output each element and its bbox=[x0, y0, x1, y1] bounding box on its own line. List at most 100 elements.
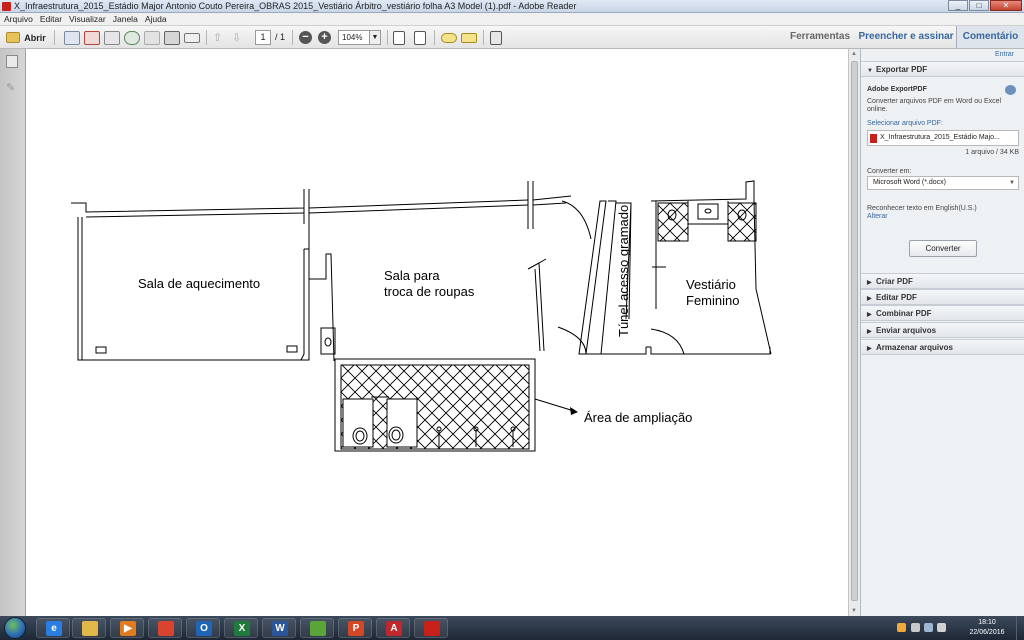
tab-preencher-assinar[interactable]: Preencher e assinar bbox=[858, 26, 954, 48]
file-count: 1 arquivo / 34 KB bbox=[965, 149, 1019, 156]
label-area-ampliacao: Área de ampliação bbox=[584, 410, 692, 425]
tab-ferramentas[interactable]: Ferramentas bbox=[788, 26, 852, 48]
pages-icon[interactable] bbox=[6, 55, 18, 68]
file-explorer-icon bbox=[82, 621, 98, 636]
media-player-icon: ▶ bbox=[120, 621, 136, 636]
tab-comentario[interactable]: Comentário bbox=[956, 26, 1024, 48]
start-button[interactable] bbox=[4, 617, 26, 639]
scroll-thumb[interactable] bbox=[851, 61, 858, 601]
autocad-icon: A bbox=[386, 621, 402, 636]
excel-icon: X bbox=[234, 621, 250, 636]
chevron-down-icon: ▼ bbox=[1009, 180, 1015, 186]
taskbar-outlook-button[interactable]: O bbox=[186, 618, 220, 638]
scroll-down-icon[interactable]: ▼ bbox=[851, 608, 857, 614]
zoom-dropdown[interactable]: ▼ bbox=[369, 30, 381, 45]
flag-icon[interactable] bbox=[911, 623, 920, 632]
system-tray: 18:10 22/06/2016 bbox=[884, 616, 1024, 640]
taskbar-file-explorer-button[interactable] bbox=[72, 618, 106, 638]
menu-bar: Arquivo Editar Visualizar Janela Ajuda bbox=[0, 13, 1024, 26]
network-icon[interactable] bbox=[924, 623, 933, 632]
next-page-button[interactable]: ⇩ bbox=[232, 29, 241, 46]
scroll-up-icon[interactable]: ▲ bbox=[851, 51, 857, 57]
section-criar-label: Criar PDF bbox=[876, 277, 913, 286]
taskbar-adobe-reader-button[interactable] bbox=[414, 618, 448, 638]
highlight-icon bbox=[461, 32, 477, 43]
zoom-input[interactable]: 104% bbox=[338, 30, 370, 45]
taskbar-app-green-button[interactable] bbox=[300, 618, 334, 638]
menu-editar[interactable]: Editar bbox=[40, 13, 62, 25]
label-sala-aquecimento: Sala de aquecimento bbox=[138, 276, 260, 291]
cloud-button[interactable] bbox=[124, 29, 140, 46]
plus-icon: + bbox=[321, 31, 328, 43]
open-label: Abrir bbox=[24, 32, 46, 43]
pdf-file-icon bbox=[870, 134, 877, 143]
highlight-button[interactable] bbox=[461, 29, 477, 46]
comment-button[interactable] bbox=[441, 29, 457, 46]
fit-width-button[interactable] bbox=[414, 29, 426, 46]
taskbar-chrome-button[interactable] bbox=[148, 618, 182, 638]
export-title: Adobe ExportPDF bbox=[867, 86, 927, 93]
label-sala-para: Sala para bbox=[384, 268, 440, 283]
close-button[interactable]: ✕ bbox=[990, 0, 1022, 11]
expand-button[interactable] bbox=[490, 29, 502, 46]
selected-file[interactable]: X_Infraestrutura_2015_Estádio Majo... bbox=[867, 130, 1019, 146]
powerpoint-icon: P bbox=[348, 621, 364, 636]
menu-arquivo[interactable]: Arquivo bbox=[4, 13, 33, 25]
convert-format-select[interactable]: Microsoft Word (*.docx) ▼ bbox=[867, 176, 1019, 190]
label-vestiario: Vestiário bbox=[686, 277, 736, 292]
taskbar-internet-explorer-button[interactable]: e bbox=[36, 618, 70, 638]
convert-button[interactable]: Converter bbox=[909, 240, 977, 257]
taskbar-media-player-button[interactable]: ▶ bbox=[110, 618, 144, 638]
print-icon bbox=[164, 30, 180, 45]
email-button[interactable] bbox=[184, 29, 200, 46]
print-button[interactable] bbox=[164, 29, 180, 46]
save-icon bbox=[144, 30, 160, 45]
taskbar-powerpoint-button[interactable]: P bbox=[338, 618, 372, 638]
document-view[interactable]: Sala de aquecimento Sala para troca de r… bbox=[26, 49, 848, 616]
select-file-label[interactable]: Selecionar arquivo PDF: bbox=[867, 119, 1019, 128]
email-icon bbox=[184, 32, 200, 43]
create-pdf-button[interactable] bbox=[64, 29, 80, 46]
ocr-change-link[interactable]: Alterar bbox=[867, 212, 1019, 221]
zoom-out-button[interactable]: − bbox=[299, 31, 312, 44]
app-green-icon bbox=[310, 621, 326, 636]
folder-icon bbox=[6, 32, 21, 43]
menu-ajuda[interactable]: Ajuda bbox=[145, 13, 167, 25]
section-editar-pdf[interactable]: ▶ Editar PDF bbox=[861, 289, 1024, 305]
maximize-button[interactable]: □ bbox=[969, 0, 989, 11]
save-button[interactable] bbox=[144, 29, 160, 46]
fit-page-icon bbox=[393, 30, 405, 45]
taskbar: e ▶ O X W P A 18:10 22/06/2016 bbox=[0, 616, 1024, 640]
zoom-in-button[interactable]: + bbox=[318, 31, 331, 44]
taskbar-word-button[interactable]: W bbox=[262, 618, 296, 638]
sign-in-link[interactable]: Entrar bbox=[995, 51, 1014, 58]
open-button[interactable]: Abrir bbox=[4, 29, 48, 46]
show-desktop-button[interactable] bbox=[1016, 616, 1024, 640]
section-exportar-pdf[interactable]: ▼ Exportar PDF bbox=[861, 61, 1024, 77]
volume-icon[interactable] bbox=[937, 623, 946, 632]
taskbar-excel-button[interactable]: X bbox=[224, 618, 258, 638]
edit-button[interactable] bbox=[104, 29, 120, 46]
notification-icon[interactable] bbox=[897, 623, 906, 632]
menu-janela[interactable]: Janela bbox=[113, 13, 138, 25]
label-tunel: Túnel acesso gramado bbox=[616, 205, 631, 337]
section-criar-pdf[interactable]: ▶ Criar PDF bbox=[861, 273, 1024, 289]
clock[interactable]: 18:10 22/06/2016 bbox=[962, 618, 1012, 638]
section-combinar-pdf[interactable]: ▶ Combinar PDF bbox=[861, 305, 1024, 321]
page-number-input[interactable]: 1 bbox=[255, 30, 271, 45]
export-icon bbox=[84, 30, 100, 45]
floor-plan-drawing: Sala de aquecimento Sala para troca de r… bbox=[71, 180, 772, 452]
menu-visualizar[interactable]: Visualizar bbox=[69, 13, 106, 25]
export-pdf-button[interactable] bbox=[84, 29, 100, 46]
internet-explorer-icon: e bbox=[46, 621, 62, 636]
taskbar-autocad-button[interactable]: A bbox=[376, 618, 410, 638]
minimize-button[interactable]: _ bbox=[948, 0, 968, 11]
title-bar: X_Infraestrutura_2015_Estádio Major Anto… bbox=[0, 0, 1024, 13]
fit-page-button[interactable] bbox=[393, 29, 405, 46]
attachment-icon[interactable]: ✎ bbox=[6, 81, 18, 94]
vertical-scrollbar[interactable]: ▲ ▼ bbox=[848, 49, 860, 616]
prev-page-button[interactable]: ⇧ bbox=[213, 29, 222, 46]
section-enviar-arquivos[interactable]: ▶ Enviar arquivos bbox=[861, 322, 1024, 338]
section-enviar-label: Enviar arquivos bbox=[876, 326, 937, 335]
section-armazenar-arquivos[interactable]: ▶ Armazenar arquivos bbox=[861, 339, 1024, 355]
